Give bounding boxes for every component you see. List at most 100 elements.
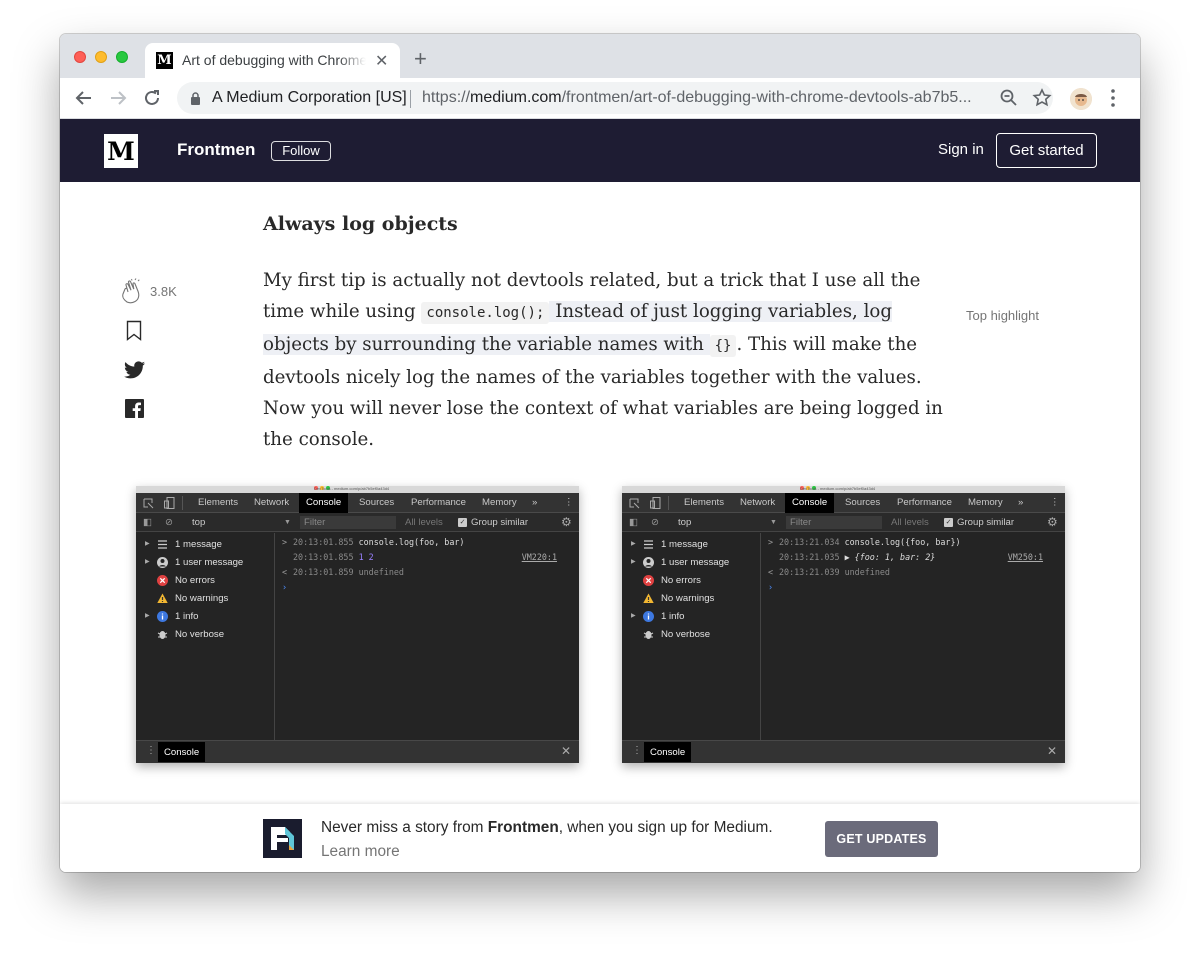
browser-toolbar: A Medium Corporation [US] https://medium… <box>60 78 1140 119</box>
inspect-icon <box>629 498 640 509</box>
clear-icon: ⊘ <box>165 517 174 528</box>
drawer-close-icon: ✕ <box>1046 744 1057 758</box>
back-icon[interactable] <box>73 87 95 109</box>
devtools-tab: Performance <box>897 497 952 508</box>
section-heading: Always log objects <box>263 213 458 235</box>
devtools-screenshot: DevTools - medium.com/p/ab7b5ef0a43d4 El… <box>622 486 1065 763</box>
source-link: VM250:1 <box>1007 552 1043 562</box>
devtools-titlebar: DevTools - medium.com/p/ab7b5ef0a43d4 <box>622 486 1065 493</box>
devtools-tab: Sources <box>845 497 881 508</box>
medium-favicon-icon: M <box>156 52 173 69</box>
sidebar-row: ▶ 1 message <box>145 539 222 550</box>
sidebar-row: No errors <box>136 572 275 590</box>
devtools-drawer: ⋮ Console ✕ <box>622 740 1065 763</box>
get-updates-button[interactable]: GET UPDATES <box>825 821 938 857</box>
tab-strip: M Art of debugging with Chrome DevTools … <box>60 34 1140 78</box>
context-select: top <box>192 517 206 528</box>
drawer-tab: Console <box>158 742 206 762</box>
devtools-menu-icon: ⋮ <box>1050 497 1060 508</box>
console-line: 20:13:01.855 1 2 VM220:1 <box>293 552 557 562</box>
reload-icon[interactable] <box>141 87 163 109</box>
browser-tab[interactable]: M Art of debugging with Chrome DevTools … <box>145 43 400 78</box>
frontmen-logo-icon[interactable] <box>263 819 302 858</box>
bookmark-icon[interactable] <box>126 320 142 341</box>
levels-select: All levels <box>891 517 929 528</box>
sidebar-row: No warnings <box>622 590 761 608</box>
devtools-menu-icon: ⋮ <box>564 497 574 508</box>
console-prompt: › <box>768 582 774 592</box>
drawer-tab: Console <box>644 742 692 762</box>
address-bar[interactable]: A Medium Corporation [US] https://medium… <box>177 82 1053 114</box>
console-line: <20:13:01.859 undefined <box>282 567 404 577</box>
group-similar-checkbox: ✓ <box>458 518 467 527</box>
devtools-more: » <box>532 497 538 508</box>
new-tab-button[interactable]: + <box>414 48 427 70</box>
tab-title: Art of debugging with Chrome DevTools <box>182 52 366 68</box>
drawer-menu-icon: ⋮ <box>146 745 156 756</box>
inline-code: console.log(); <box>421 302 550 324</box>
sidebar-row: ▶ 1 info <box>631 611 685 622</box>
sign-in-link[interactable]: Sign in <box>938 141 984 158</box>
devtools-tab: Console <box>299 493 349 513</box>
sidebar-row: No warnings <box>136 590 275 608</box>
devtools-drawer: ⋮ Console ✕ <box>136 740 579 763</box>
signup-banner: Never miss a story from Frontmen, when y… <box>60 804 1140 872</box>
twitter-icon[interactable] <box>124 361 145 379</box>
devtools-screenshot: DevTools - medium.com/p/ab7b5ef0a43d4 El… <box>136 486 579 763</box>
console-line: >20:13:01.855 console.log(foo, bar) <box>282 537 465 547</box>
console-line: <20:13:21.039 undefined <box>768 567 890 577</box>
sidebar-row: ▶ 1 message <box>631 539 708 550</box>
drawer-menu-icon: ⋮ <box>632 745 642 756</box>
group-similar-checkbox: ✓ <box>944 518 953 527</box>
medium-topbar: M Frontmen Follow Sign in Get started <box>60 119 1140 182</box>
console-output: >20:13:21.034 console.log({foo, bar}) 20… <box>762 533 1065 740</box>
devtools-tab: Memory <box>968 497 1003 508</box>
console-output: >20:13:01.855 console.log(foo, bar) 20:1… <box>276 533 579 740</box>
levels-select: All levels <box>405 517 443 528</box>
follow-button[interactable]: Follow <box>271 141 331 161</box>
devtools-tab: Performance <box>411 497 466 508</box>
browser-window: M Art of debugging with Chrome DevTools … <box>60 34 1140 872</box>
page-content: M Frontmen Follow Sign in Get started Al… <box>60 119 1140 872</box>
sidebar-toggle-icon: ◧ <box>629 517 639 528</box>
devtools-tab: Console <box>785 493 835 513</box>
device-toggle-icon <box>164 497 175 509</box>
close-tab-icon[interactable]: ✕ <box>375 51 388 71</box>
learn-more-link[interactable]: Learn more <box>321 843 400 861</box>
medium-logo[interactable]: M <box>104 134 138 168</box>
devtools-tab: Elements <box>684 497 724 508</box>
devtools-tab: Memory <box>482 497 517 508</box>
console-sidebar: ▶ 1 message ▶ 1 user message No errors No … <box>136 533 275 740</box>
clap-icon[interactable] <box>120 278 144 309</box>
facebook-icon[interactable] <box>125 399 144 418</box>
get-started-button[interactable]: Get started <box>996 133 1097 168</box>
banner-message: Never miss a story from Frontmen, when y… <box>321 819 773 836</box>
minimize-window-button[interactable] <box>95 51 107 63</box>
browser-menu-icon[interactable] <box>1110 88 1116 108</box>
maximize-window-button[interactable] <box>116 51 128 63</box>
article-paragraph: My first tip is actually not devtools re… <box>263 270 943 450</box>
chevron-down-icon: ▼ <box>284 519 291 526</box>
devtools-titlebar: DevTools - medium.com/p/ab7b5ef0a43d4 <box>136 486 579 493</box>
address-separator <box>410 90 411 108</box>
sidebar-row: No errors <box>622 572 761 590</box>
chevron-down-icon: ▼ <box>770 519 777 526</box>
lock-icon <box>191 92 200 105</box>
clear-icon: ⊘ <box>651 517 660 528</box>
sidebar-row: ▶ 1 user message <box>631 557 730 568</box>
drawer-close-icon: ✕ <box>560 744 571 758</box>
console-prompt: › <box>282 582 288 592</box>
close-window-button[interactable] <box>74 51 86 63</box>
sidebar-row: No verbose <box>136 626 275 644</box>
bookmark-star-icon[interactable] <box>1032 88 1052 108</box>
publication-name[interactable]: Frontmen <box>177 140 255 160</box>
profile-avatar[interactable] <box>1070 88 1092 110</box>
filter-input: Filter <box>300 516 396 529</box>
sidebar-row: ▶ 1 user message <box>145 557 244 568</box>
zoom-icon[interactable] <box>999 88 1019 108</box>
sidebar-row: ▶ 1 info <box>145 611 199 622</box>
url-text: https://medium.com/frontmen/art-of-debug… <box>422 89 972 106</box>
settings-gear-icon: ⚙ <box>561 515 572 529</box>
group-similar-label: Group similar <box>957 517 1015 528</box>
forward-icon[interactable] <box>107 87 129 109</box>
